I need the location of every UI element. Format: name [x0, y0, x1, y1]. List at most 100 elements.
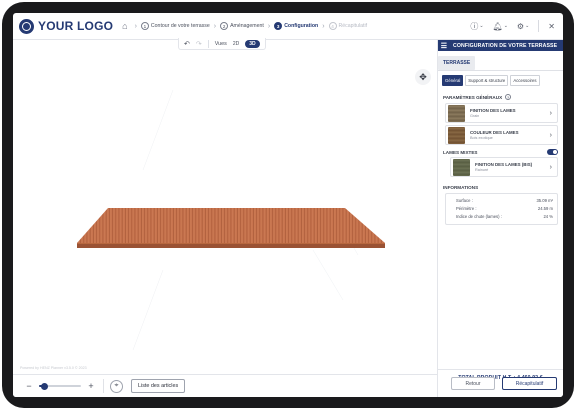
info-value: 24.59 m [537, 206, 553, 211]
chevron-down-icon: ⌄ [479, 23, 484, 29]
configuration-panel: ☰ CONFIGURATION DE VOTRE TERRASSE TERRAS… [437, 40, 563, 397]
view-label: Vues [214, 40, 227, 47]
chevron-right-icon: › [549, 131, 552, 139]
recenter-button[interactable]: ⌖ [110, 379, 123, 393]
logo[interactable]: YOUR LOGO [19, 18, 114, 34]
card-title: FINITION DES LAMES [470, 108, 516, 113]
section-title-text: PARAMÈTRES GÉNÉRAUX [443, 94, 503, 100]
view-2d-button[interactable]: 2D [233, 41, 239, 47]
view-toolbar: ↶ ↷ Vues 2D 3D [178, 38, 266, 50]
divider [103, 379, 104, 393]
zoom-slider[interactable] [39, 382, 81, 390]
settings-menu[interactable]: ⚙ ⌄ [517, 22, 529, 31]
summary-button[interactable]: Récapitulatif [502, 377, 557, 390]
bottom-bar: − + ⌖ Liste des articles [13, 374, 437, 397]
info-value: 35.09 m² [536, 198, 553, 203]
viewport-scene [77, 89, 385, 351]
card-subtitle: Grain [470, 114, 480, 118]
color-option-card[interactable]: COULEUR DES LAMES Bois exotique › [445, 125, 558, 145]
crosshair-icon: ⌖ [114, 382, 119, 389]
info-icon[interactable]: ? [505, 94, 512, 100]
card-subtitle: Rainuré [475, 168, 489, 172]
info-value: 24 % [543, 214, 553, 219]
subtab-general[interactable]: Général [442, 75, 464, 86]
3d-viewport[interactable]: ✥ Powered by HENZ Planner v3.5.0 © 2023 [13, 40, 437, 374]
chevron-right-icon: › [549, 109, 552, 117]
notifications-menu[interactable]: 🔔︎ ⌄ [493, 22, 508, 31]
help-menu[interactable]: ⓘ ⌄ [470, 21, 483, 32]
gear-icon: ⚙ [516, 21, 525, 31]
zoom-in-button[interactable]: + [85, 381, 97, 391]
move-icon[interactable]: ✥ [415, 69, 431, 85]
subtab-accessoires[interactable]: Accessoires [510, 75, 540, 86]
step-number: 4 [328, 22, 337, 30]
step-amenagement[interactable]: 2 Aménagement [220, 22, 264, 30]
step-label: Configuration [284, 23, 319, 29]
chevron-right-icon: › [267, 22, 271, 30]
redo-icon: ↷ [195, 40, 202, 48]
panel-title: CONFIGURATION DE VOTRE TERRASSE [453, 42, 558, 49]
finish-swatch [448, 104, 465, 122]
divider [538, 20, 540, 32]
info-row-chute: Indice de chute (lames) : 24 % [450, 213, 553, 221]
header-actions: ⓘ ⌄ 🔔︎ ⌄ ⚙ ⌄ ✕ [470, 20, 555, 32]
general-section-title: PARAMÈTRES GÉNÉRAUX ? [443, 94, 558, 100]
step-number: 2 [220, 22, 229, 30]
chevron-down-icon: ⌄ [503, 23, 508, 29]
step-label: Aménagement [230, 23, 264, 29]
mixed-boards-toggle[interactable] [547, 149, 558, 155]
mixed-finish-option-card[interactable]: FINITION DES LAMES (BIS) Rainuré › [450, 157, 558, 177]
chevron-down-icon: ⌄ [525, 23, 530, 29]
subtab-support-structure[interactable]: Support & structure [465, 75, 509, 86]
subtabs: Général Support & structure Accessoires [438, 71, 563, 86]
bell-icon: 🔔︎ [492, 21, 503, 31]
zoom-out-button[interactable]: − [23, 381, 35, 391]
step-recapitulatif: 4 Récapitulatif [328, 22, 368, 30]
close-icon[interactable]: ✕ [548, 22, 555, 31]
panel-header: ☰ CONFIGURATION DE VOTRE TERRASSE [438, 40, 563, 51]
terrace-deck-front-light [77, 243, 385, 244]
finish-option-card[interactable]: FINITION DES LAMES Grain › [445, 103, 558, 123]
step-label: Récapitulatif [338, 23, 368, 29]
article-list-button[interactable]: Liste des articles [131, 379, 186, 393]
home-icon[interactable]: ⌂ [122, 21, 127, 31]
info-label: Indice de chute (lames) : [456, 214, 502, 219]
mixed-finish-swatch [453, 158, 470, 176]
mixed-boards-row: LAMES MIXTES [443, 149, 558, 155]
chevron-right-icon: › [549, 163, 552, 171]
step-configuration[interactable]: 3 Configuration [274, 22, 318, 30]
step-contour[interactable]: 1 Contour de votre terrasse [140, 22, 210, 30]
terrace-deck-top[interactable] [77, 208, 385, 243]
info-label: Surface : [456, 198, 473, 203]
watermark-text: Powered by HENZ Planner v3.5.0 © 2023 [20, 366, 87, 370]
card-subtitle: Bois exotique [470, 136, 493, 140]
undo-icon[interactable]: ↶ [184, 40, 190, 48]
card-title: FINITION DES LAMES (BIS) [475, 162, 533, 167]
menu-icon[interactable]: ☰ [438, 42, 450, 50]
divider [207, 39, 209, 48]
info-label: Périmètre : [456, 206, 477, 211]
app-screen: YOUR LOGO ⌂ › 1 Contour de votre terrass… [13, 13, 563, 397]
info-section-title: INFORMATIONS [443, 185, 479, 190]
step-number: 1 [140, 22, 149, 30]
chevron-right-icon: › [134, 22, 137, 30]
info-box: Surface : 35.09 m² Périmètre : 24.59 m I… [445, 193, 558, 225]
tab-terrasse[interactable]: TERRASSE [438, 56, 476, 70]
mixed-section-title: LAMES MIXTES [443, 149, 478, 155]
chevron-right-icon: › [322, 22, 325, 30]
app-header: YOUR LOGO ⌂ › 1 Contour de votre terrass… [13, 13, 563, 40]
step-label: Contour de votre terrasse [150, 23, 210, 29]
view-3d-button[interactable]: 3D [245, 39, 260, 48]
zoom-slider-handle[interactable] [40, 382, 48, 390]
stepper: › 1 Contour de votre terrasse › 2 Aménag… [131, 22, 368, 30]
back-button[interactable]: Retour [451, 377, 495, 390]
logo-text: YOUR LOGO [38, 19, 114, 33]
step-number: 3 [274, 22, 283, 30]
card-title: COULEUR DES LAMES [470, 130, 519, 135]
info-row-perimetre: Périmètre : 24.59 m [450, 205, 553, 213]
info-row-surface: Surface : 35.09 m² [450, 197, 553, 205]
logo-icon [19, 18, 34, 34]
chevron-right-icon: › [213, 22, 217, 30]
help-icon: ⓘ [470, 21, 479, 31]
color-swatch [448, 126, 465, 144]
